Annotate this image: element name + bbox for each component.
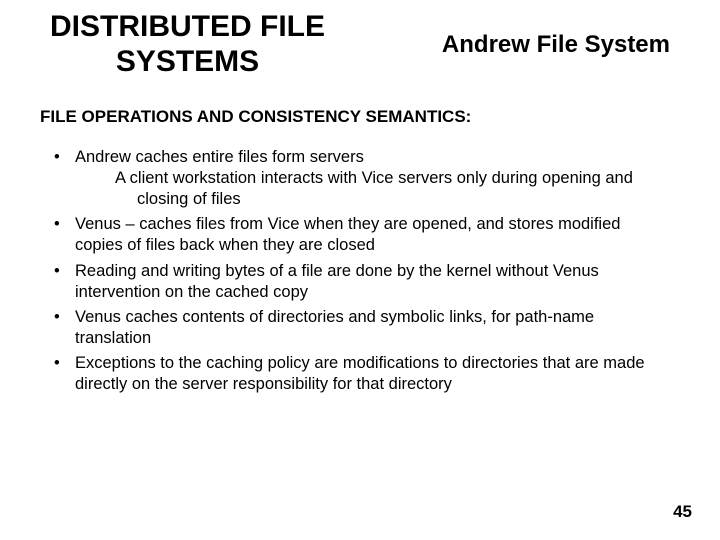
bullet-text: Venus caches contents of directories and…: [75, 308, 594, 347]
bullet-list: Andrew caches entire files form servers …: [0, 147, 720, 395]
bullet-text: Exceptions to the caching policy are mod…: [75, 354, 645, 393]
subtitle: Andrew File System: [442, 31, 670, 59]
list-item: Venus caches contents of directories and…: [50, 307, 670, 349]
bullet-sub-text-cont: closing of files: [75, 189, 670, 210]
bullet-text: Venus – caches files from Vice when they…: [75, 215, 620, 254]
bullet-sub-text: A client workstation interacts with Vice…: [75, 168, 670, 189]
header: DISTRIBUTED FILE SYSTEMS Andrew File Sys…: [0, 0, 720, 79]
title-line-2: SYSTEMS: [116, 45, 259, 78]
list-item: Venus – caches files from Vice when they…: [50, 214, 670, 256]
slide: DISTRIBUTED FILE SYSTEMS Andrew File Sys…: [0, 0, 720, 540]
list-item: Andrew caches entire files form servers …: [50, 147, 670, 210]
page-number: 45: [673, 502, 692, 522]
list-item: Reading and writing bytes of a file are …: [50, 261, 670, 303]
section-heading: FILE OPERATIONS AND CONSISTENCY SEMANTIC…: [0, 79, 720, 127]
bullet-text: Reading and writing bytes of a file are …: [75, 262, 599, 301]
bullet-text: Andrew caches entire files form servers: [75, 148, 364, 166]
list-item: Exceptions to the caching policy are mod…: [50, 353, 670, 395]
main-title: DISTRIBUTED FILE SYSTEMS: [50, 10, 325, 79]
title-line-1: DISTRIBUTED FILE: [50, 10, 325, 43]
